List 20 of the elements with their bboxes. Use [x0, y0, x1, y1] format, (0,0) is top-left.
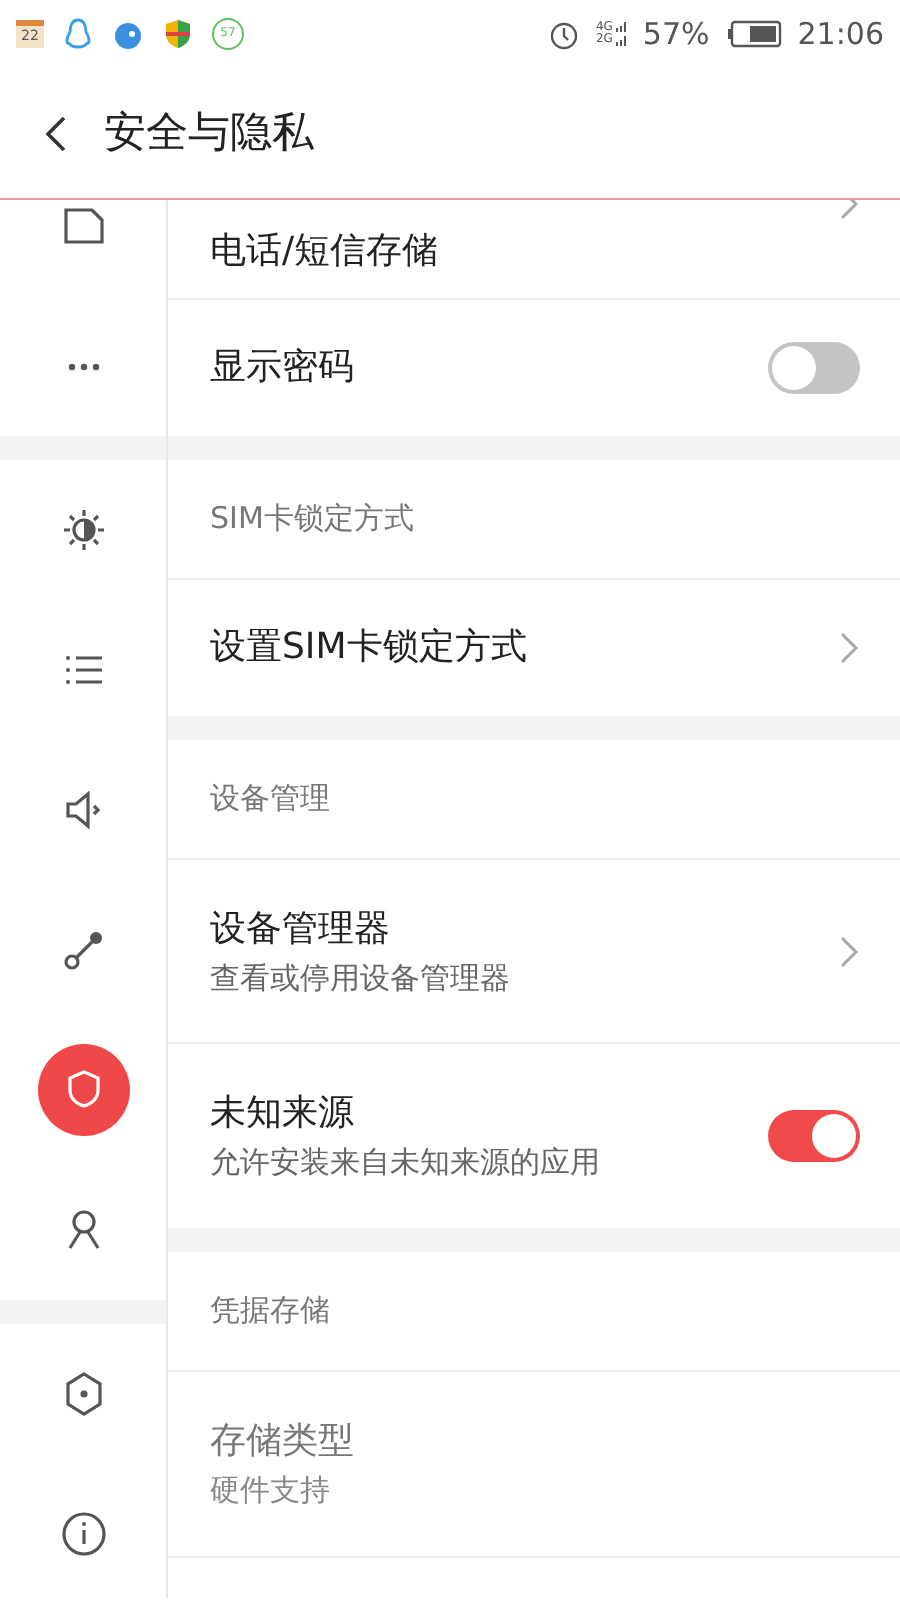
setting-subtitle: 允许安装来自未知来源的应用: [210, 1142, 602, 1184]
settings-row[interactable]: 未知来源 允许安装来自未知来源的应用: [168, 1044, 900, 1228]
section-header: 凭据存储: [210, 1290, 330, 1333]
clock: 21:06: [797, 13, 884, 56]
settings-row[interactable]: 电话/短信存储: [168, 200, 900, 300]
settings-row[interactable]: 设置SIM卡锁定方式: [168, 580, 900, 716]
setting-title: 设置SIM卡锁定方式: [210, 624, 529, 672]
settings-row[interactable]: 显示密码: [168, 300, 900, 436]
setting-subtitle: 硬件支持: [210, 1470, 332, 1512]
setting-title: 未知来源: [210, 1090, 356, 1138]
setting-title: 设备管理器: [210, 905, 392, 953]
setting-subtitle: 查看或停用设备管理器: [210, 957, 512, 999]
settings-row[interactable]: 设备管理器 查看或停用设备管理器: [168, 860, 900, 1044]
page-title: 安全与隐私: [104, 105, 314, 160]
section-header: 设备管理: [210, 778, 330, 821]
setting-title: 电话/短信存储: [210, 228, 441, 276]
battery-percent: 57%: [642, 13, 710, 56]
setting-title: 存储类型: [210, 1418, 356, 1466]
setting-title: 显示密码: [210, 344, 356, 392]
section-header: SIM卡锁定方式: [210, 498, 414, 541]
